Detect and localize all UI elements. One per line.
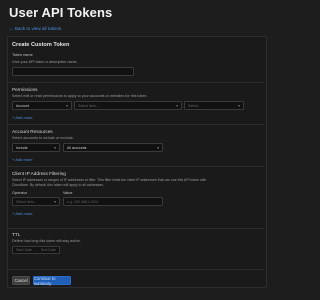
account-select-value: All accounts	[67, 145, 87, 150]
value-label: Value	[63, 191, 73, 195]
account-resources-label: Account Resources	[12, 129, 53, 134]
continue-to-summary-button[interactable]: Continue to summary	[33, 276, 71, 286]
account-include-select[interactable]: Include ▾	[12, 143, 60, 152]
divider	[8, 269, 264, 270]
operator-select[interactable]: Select item... ▾	[12, 197, 60, 206]
divider	[8, 124, 264, 125]
token-name-description: Give your API token a descriptive name.	[12, 60, 78, 64]
divider	[8, 228, 264, 229]
api-tokens-page: User API Tokens ← Back to view all token…	[0, 0, 272, 300]
divider	[8, 166, 264, 167]
token-name-input[interactable]	[12, 67, 134, 76]
page-title: User API Tokens	[9, 5, 113, 20]
ttl-date-range-input[interactable]: Start Date → End Date	[12, 246, 60, 254]
ttl-description: Define how long this token will stay act…	[12, 239, 81, 243]
account-resources-description: Select accounts to include or exclude.	[12, 136, 74, 140]
permissions-description: Select edit or read permissions to apply…	[12, 94, 148, 98]
ip-filtering-add-more-link[interactable]: + Add more	[12, 211, 33, 216]
create-token-card: Create Custom Token Token name Give your…	[7, 36, 267, 288]
account-include-value: Include	[16, 145, 28, 150]
permissions-label: Permissions	[12, 87, 38, 92]
divider	[8, 82, 264, 83]
permission-item-placeholder: Select item...	[78, 103, 99, 108]
permissions-add-more-link[interactable]: + Add more	[12, 115, 33, 120]
operator-placeholder: Select item...	[16, 199, 37, 204]
chevron-down-icon: ▾	[54, 199, 56, 204]
ttl-start-date[interactable]: Start Date	[16, 248, 32, 252]
token-name-label: Token name	[12, 53, 33, 57]
chevron-down-icon: ▾	[54, 145, 56, 150]
ttl-end-date[interactable]: End Date	[41, 248, 56, 252]
permission-scope-value: Account	[16, 103, 29, 108]
ttl-label: TTL	[12, 232, 21, 237]
cancel-button[interactable]: Cancel	[12, 276, 30, 285]
ip-filtering-description-line2: Cloudflare. By default, this token will …	[12, 183, 105, 187]
arrow-right-icon: →	[34, 248, 39, 252]
account-select[interactable]: All accounts ▾	[63, 143, 163, 152]
permission-item-select[interactable]: Select item... ▾	[74, 101, 182, 110]
chevron-down-icon: ▾	[176, 103, 178, 108]
operator-label: Operator	[12, 191, 27, 195]
permission-access-select[interactable]: Select... ▾	[184, 101, 244, 110]
form-heading: Create Custom Token	[12, 42, 70, 48]
permission-scope-select[interactable]: Account ▾	[12, 101, 72, 110]
chevron-down-icon: ▾	[238, 103, 240, 108]
ip-filtering-description-line1: Select IP addresses or ranges of IP addr…	[12, 178, 207, 182]
chevron-down-icon: ▾	[157, 145, 159, 150]
back-to-tokens-link[interactable]: ← Back to view all tokens	[9, 26, 61, 31]
permission-access-placeholder: Select...	[188, 103, 201, 108]
ip-filtering-label: Client IP Address Filtering	[12, 171, 66, 176]
ip-value-input[interactable]: e.g. 192.168.1.0/24	[63, 197, 163, 206]
chevron-down-icon: ▾	[66, 103, 68, 108]
account-resources-add-more-link[interactable]: + Add more	[12, 157, 33, 162]
